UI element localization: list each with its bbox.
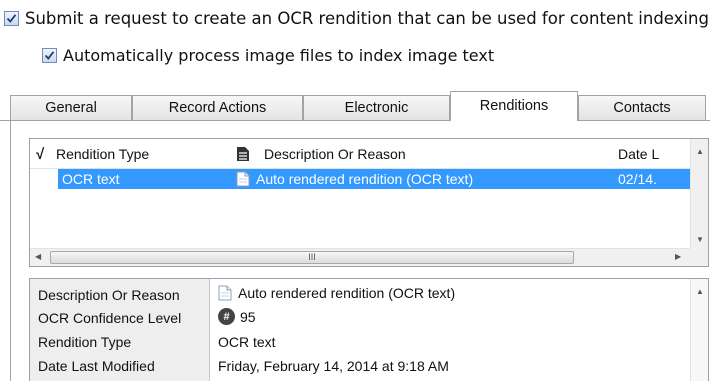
renditions-panel: √ Rendition Type Description Or Reason D… bbox=[10, 120, 710, 381]
rendition-type-label: Rendition Type bbox=[38, 334, 132, 350]
scroll-down-icon[interactable]: ▼ bbox=[696, 235, 704, 244]
checkmark-icon bbox=[44, 51, 55, 60]
scroll-up-icon[interactable]: ▲ bbox=[696, 147, 704, 156]
properties-vertical-scrollbar[interactable]: ▲ bbox=[690, 279, 708, 381]
confidence-label: OCR Confidence Level bbox=[38, 310, 182, 326]
tab-bar: General Record Actions Electronic Rendit… bbox=[0, 91, 710, 121]
description-column-label: Description Or Reason bbox=[264, 146, 406, 162]
rendition-type-column-header[interactable]: Rendition Type bbox=[56, 139, 149, 169]
ocr-request-option[interactable]: Submit a request to create an OCR rendit… bbox=[4, 9, 709, 28]
table-row[interactable]: OCR text Auto rendered rendition (OCR te… bbox=[58, 169, 691, 189]
tab-electronic[interactable]: Electronic bbox=[303, 95, 450, 120]
tab-general[interactable]: General bbox=[10, 95, 132, 120]
date-cell: 02/14. bbox=[618, 171, 657, 187]
rendition-type-value: OCR text bbox=[218, 334, 276, 350]
description-column-header[interactable]: Description Or Reason bbox=[236, 139, 406, 169]
document-icon bbox=[236, 171, 250, 187]
auto-process-checkbox[interactable] bbox=[42, 48, 57, 63]
tab-record-actions[interactable]: Record Actions bbox=[132, 95, 303, 120]
description-value-text: Auto rendered rendition (OCR text) bbox=[238, 285, 456, 301]
list-vertical-scrollbar[interactable]: ▲ ▼ bbox=[690, 139, 708, 249]
list-header: √ Rendition Type Description Or Reason D… bbox=[30, 139, 691, 169]
document-icon bbox=[237, 147, 249, 161]
properties-panel: Description Or Reason Auto rendered rend… bbox=[29, 278, 709, 381]
tab-renditions[interactable]: Renditions bbox=[450, 91, 578, 121]
document-icon bbox=[218, 285, 232, 301]
description-cell: Auto rendered rendition (OCR text) bbox=[236, 169, 473, 189]
auto-process-label: Automatically process image files to ind… bbox=[63, 46, 495, 65]
confidence-value: # 95 bbox=[218, 308, 256, 325]
scroll-grip: III bbox=[308, 252, 316, 262]
ocr-request-label: Submit a request to create an OCR rendit… bbox=[25, 9, 709, 28]
hash-icon: # bbox=[218, 308, 235, 325]
rendition-type-cell: OCR text bbox=[62, 171, 120, 187]
description-cell-text: Auto rendered rendition (OCR text) bbox=[256, 171, 474, 187]
date-modified-label: Date Last Modified bbox=[38, 358, 155, 374]
scroll-thumb[interactable]: III bbox=[50, 251, 574, 264]
renditions-list[interactable]: √ Rendition Type Description Or Reason D… bbox=[29, 138, 709, 267]
list-horizontal-scrollbar[interactable]: ◀ III ▶ bbox=[30, 248, 691, 266]
checkmark-icon bbox=[6, 14, 17, 23]
ocr-request-checkbox[interactable] bbox=[4, 11, 19, 26]
scroll-up-icon[interactable]: ▲ bbox=[696, 287, 704, 296]
check-column-header[interactable]: √ bbox=[36, 139, 44, 169]
date-modified-value: Friday, February 14, 2014 at 9:18 AM bbox=[218, 358, 449, 374]
description-label: Description Or Reason bbox=[38, 287, 180, 303]
confidence-value-text: 95 bbox=[240, 308, 256, 325]
date-column-header[interactable]: Date L bbox=[618, 139, 659, 169]
description-value: Auto rendered rendition (OCR text) bbox=[218, 285, 455, 301]
auto-process-option[interactable]: Automatically process image files to ind… bbox=[42, 46, 494, 65]
tab-contacts[interactable]: Contacts bbox=[578, 95, 706, 120]
scroll-right-icon[interactable]: ▶ bbox=[675, 252, 681, 261]
scroll-left-icon[interactable]: ◀ bbox=[35, 252, 41, 261]
